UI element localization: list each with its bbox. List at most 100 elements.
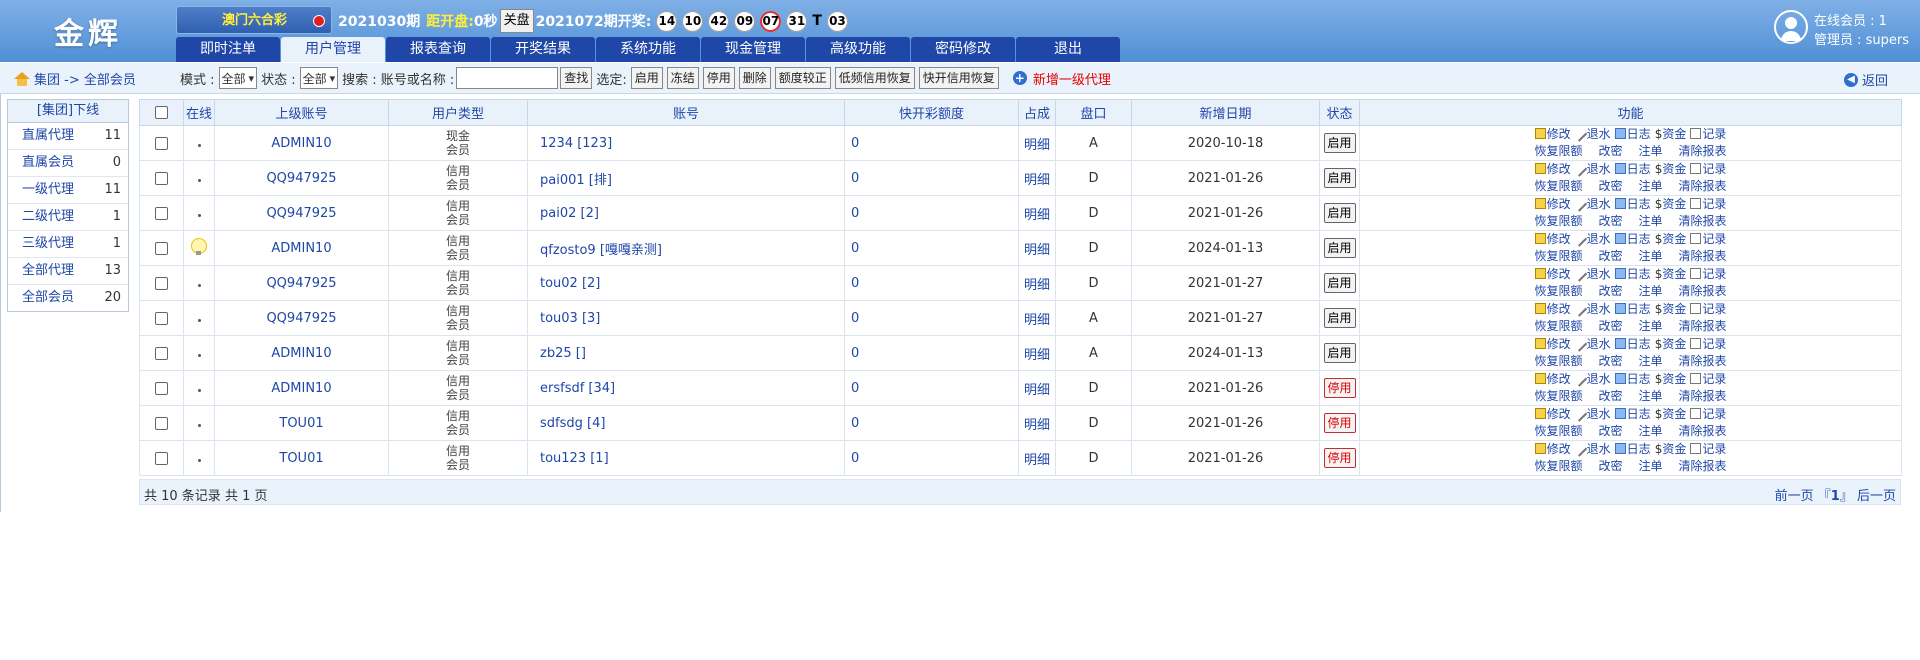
- function-link[interactable]: 清除报表: [1679, 424, 1727, 438]
- function-link[interactable]: 注单: [1639, 249, 1663, 263]
- share-detail-link[interactable]: 明细: [1018, 230, 1056, 266]
- function-link[interactable]: 注单: [1639, 284, 1663, 298]
- function-link[interactable]: 清除报表: [1679, 249, 1727, 263]
- function-link[interactable]: 记录: [1690, 127, 1726, 141]
- account-link[interactable]: 1234 [123]: [527, 125, 845, 161]
- bulk-action-button[interactable]: 删除: [738, 67, 771, 89]
- function-link[interactable]: 日志: [1614, 337, 1651, 351]
- function-link[interactable]: 注单: [1639, 214, 1663, 228]
- status-button[interactable]: 启用: [1323, 168, 1356, 188]
- function-link[interactable]: 退水: [1573, 127, 1611, 142]
- function-link[interactable]: 修改: [1534, 197, 1571, 211]
- nav-tab[interactable]: 用户管理: [281, 37, 385, 62]
- bulk-action-button[interactable]: 低频信用恢复: [834, 67, 915, 89]
- function-link[interactable]: 修改: [1534, 442, 1571, 456]
- function-link[interactable]: 改密: [1598, 389, 1622, 403]
- function-link[interactable]: $资金: [1655, 232, 1687, 246]
- current-page[interactable]: 1: [1831, 489, 1840, 504]
- function-link[interactable]: 改密: [1598, 319, 1622, 333]
- sidebar-item[interactable]: 一级代理 11: [8, 177, 128, 204]
- function-link[interactable]: 改密: [1598, 459, 1622, 473]
- sidebar-item[interactable]: 二级代理 1: [8, 204, 128, 231]
- share-detail-link[interactable]: 明细: [1018, 370, 1056, 406]
- parent-account[interactable]: TOU01: [214, 405, 389, 441]
- sidebar-item[interactable]: 全部代理 13: [8, 258, 128, 285]
- back-button[interactable]: ◀ 返回: [1843, 70, 1888, 89]
- account-link[interactable]: tou02 [2]: [527, 265, 845, 301]
- function-link[interactable]: 恢复限额: [1534, 284, 1582, 298]
- row-checkbox[interactable]: [155, 206, 168, 220]
- sidebar-item[interactable]: 直属会员 0: [8, 150, 128, 177]
- function-link[interactable]: 记录: [1690, 197, 1726, 211]
- function-link[interactable]: 清除报表: [1679, 214, 1727, 228]
- function-link[interactable]: 记录: [1690, 372, 1726, 386]
- function-link[interactable]: 清除报表: [1679, 459, 1727, 473]
- function-link[interactable]: 注单: [1639, 354, 1663, 368]
- function-link[interactable]: $资金: [1655, 127, 1687, 141]
- row-checkbox[interactable]: [155, 346, 168, 360]
- function-link[interactable]: 恢复限额: [1534, 389, 1582, 403]
- parent-account[interactable]: ADMIN10: [214, 335, 389, 371]
- status-button[interactable]: 停用: [1323, 413, 1356, 433]
- function-link[interactable]: 改密: [1598, 179, 1622, 193]
- parent-account[interactable]: ADMIN10: [214, 125, 389, 161]
- function-link[interactable]: 注单: [1639, 319, 1663, 333]
- share-detail-link[interactable]: 明细: [1018, 405, 1056, 441]
- account-link[interactable]: qfzosto9 [嘎嘎亲测]: [527, 230, 845, 266]
- function-link[interactable]: 清除报表: [1679, 354, 1727, 368]
- next-page-link[interactable]: 后一页: [1857, 489, 1896, 504]
- function-link[interactable]: 日志: [1614, 407, 1651, 421]
- close-market-button[interactable]: 关盘: [499, 9, 534, 33]
- share-detail-link[interactable]: 明细: [1018, 125, 1056, 161]
- parent-account[interactable]: QQ947925: [214, 300, 389, 336]
- nav-tab[interactable]: 现金管理: [701, 37, 805, 62]
- function-link[interactable]: 注单: [1639, 389, 1663, 403]
- function-link[interactable]: 退水: [1573, 337, 1611, 352]
- quota-value[interactable]: 0: [844, 195, 1019, 231]
- function-link[interactable]: $资金: [1655, 162, 1687, 176]
- row-checkbox[interactable]: [155, 136, 168, 150]
- function-link[interactable]: 记录: [1690, 232, 1726, 246]
- account-link[interactable]: tou03 [3]: [527, 300, 845, 336]
- function-link[interactable]: 退水: [1573, 232, 1611, 247]
- nav-tab[interactable]: 高级功能: [806, 37, 910, 62]
- function-link[interactable]: 记录: [1690, 442, 1726, 456]
- function-link[interactable]: 清除报表: [1679, 389, 1727, 403]
- sidebar-item[interactable]: 三级代理 1: [8, 231, 128, 258]
- function-link[interactable]: 改密: [1598, 144, 1622, 158]
- share-detail-link[interactable]: 明细: [1018, 160, 1056, 196]
- share-detail-link[interactable]: 明细: [1018, 335, 1056, 371]
- function-link[interactable]: $资金: [1655, 442, 1687, 456]
- function-link[interactable]: 退水: [1573, 267, 1611, 282]
- function-link[interactable]: 注单: [1639, 459, 1663, 473]
- sidebar-item[interactable]: 全部会员 20: [8, 285, 128, 311]
- account-link[interactable]: zb25 []: [527, 335, 845, 371]
- function-link[interactable]: 清除报表: [1679, 179, 1727, 193]
- quota-value[interactable]: 0: [844, 230, 1019, 266]
- function-link[interactable]: 修改: [1534, 372, 1571, 386]
- function-link[interactable]: 改密: [1598, 424, 1622, 438]
- prev-page-link[interactable]: 前一页: [1775, 489, 1814, 504]
- share-detail-link[interactable]: 明细: [1018, 440, 1056, 476]
- quota-value[interactable]: 0: [844, 265, 1019, 301]
- share-detail-link[interactable]: 明细: [1018, 265, 1056, 301]
- function-link[interactable]: 恢复限额: [1534, 319, 1582, 333]
- quota-value[interactable]: 0: [844, 440, 1019, 476]
- parent-account[interactable]: QQ947925: [214, 160, 389, 196]
- function-link[interactable]: 注单: [1639, 144, 1663, 158]
- account-link[interactable]: pai001 [排]: [527, 160, 845, 196]
- function-link[interactable]: 退水: [1573, 302, 1611, 317]
- status-button[interactable]: 停用: [1323, 448, 1356, 468]
- function-link[interactable]: 修改: [1534, 232, 1571, 246]
- row-checkbox[interactable]: [155, 311, 168, 325]
- function-link[interactable]: 改密: [1598, 214, 1622, 228]
- function-link[interactable]: 恢复限额: [1534, 144, 1582, 158]
- function-link[interactable]: 日志: [1614, 267, 1651, 281]
- status-button[interactable]: 启用: [1323, 203, 1356, 223]
- mode-select[interactable]: 全部: [218, 67, 258, 89]
- row-checkbox[interactable]: [155, 416, 168, 430]
- account-link[interactable]: ersfsdf [34]: [527, 370, 845, 406]
- function-link[interactable]: $资金: [1655, 372, 1687, 386]
- function-link[interactable]: 恢复限额: [1534, 354, 1582, 368]
- function-link[interactable]: 记录: [1690, 302, 1726, 316]
